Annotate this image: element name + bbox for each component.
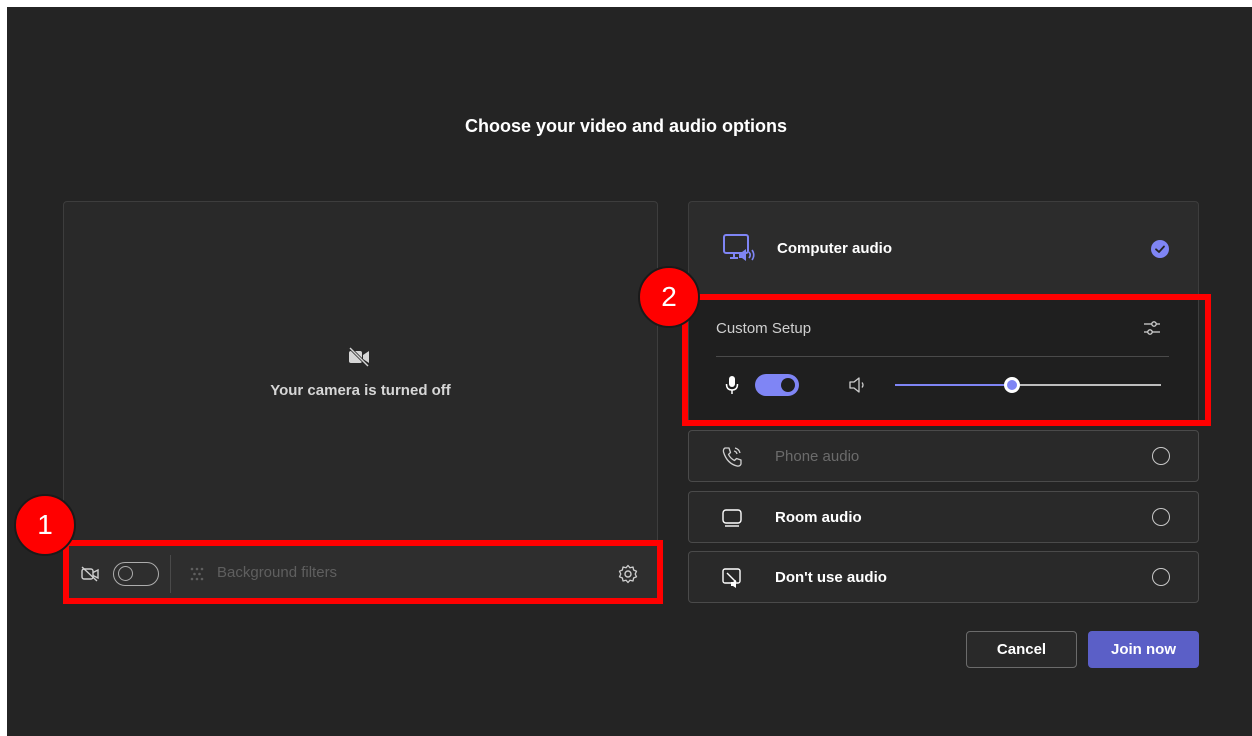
- no-audio-label: Don't use audio: [775, 569, 887, 586]
- selected-check-icon: [1151, 240, 1169, 258]
- computer-speaker-icon: [723, 234, 755, 261]
- no-audio-icon: [722, 568, 741, 588]
- phone-icon: [722, 447, 742, 467]
- annotation-badge-1: 1: [14, 494, 76, 556]
- phone-audio-option[interactable]: Phone audio: [688, 430, 1199, 482]
- no-audio-option[interactable]: Don't use audio: [688, 551, 1199, 603]
- camera-off-text: Your camera is turned off: [270, 382, 451, 399]
- join-now-button[interactable]: Join now: [1088, 631, 1199, 668]
- cancel-button[interactable]: Cancel: [966, 631, 1077, 668]
- phone-audio-label: Phone audio: [775, 448, 860, 465]
- dialog-title: Choose your video and audio options: [464, 116, 787, 136]
- phone-audio-radio[interactable]: [1152, 447, 1170, 465]
- highlight-box-custom-setup: [682, 294, 1211, 426]
- room-audio-radio[interactable]: [1152, 508, 1170, 526]
- room-audio-option[interactable]: Room audio: [688, 491, 1199, 543]
- room-audio-label: Room audio: [775, 509, 862, 526]
- video-off-icon: [348, 347, 370, 367]
- annotation-badge-2: 2: [638, 266, 700, 328]
- highlight-box-video-toolbar: [63, 540, 663, 604]
- room-display-icon: [722, 509, 742, 527]
- computer-audio-label: Computer audio: [777, 240, 892, 257]
- no-audio-radio[interactable]: [1152, 568, 1170, 586]
